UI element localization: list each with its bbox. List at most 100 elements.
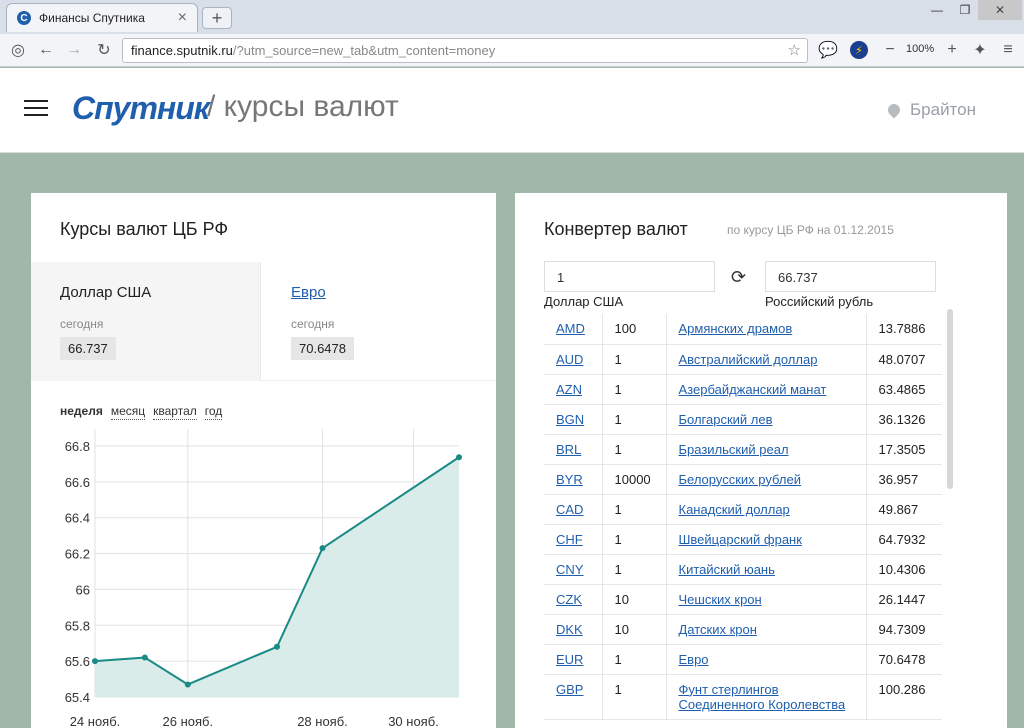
window-minimize-button[interactable]: — [922, 0, 952, 20]
currency-rate: 49.867 [866, 494, 942, 525]
url-path: /?utm_source=new_tab&utm_content=money [232, 43, 496, 58]
table-row[interactable]: CZK 10 Чешских крон 26.1447 [544, 584, 942, 615]
currency-code[interactable]: BRL [544, 434, 603, 465]
table-row[interactable]: CAD 1 Канадский доллар 49.867 [544, 494, 942, 525]
new-tab-button[interactable]: + [202, 7, 232, 29]
forward-arrow-icon[interactable]: → [62, 39, 86, 61]
site-header: Спутник / курсы валют Брайтон [0, 68, 1024, 153]
browser-navbar: ◎ ← → ↻ finance.sputnik.ru /?utm_source=… [0, 34, 1024, 67]
table-row[interactable]: CNY 1 Китайский юань 10.4306 [544, 554, 942, 585]
currency-name[interactable]: Болгарский лев [666, 404, 867, 435]
converter-subtitle: по курсу ЦБ РФ на 01.12.2015 [727, 223, 894, 237]
chart-point[interactable] [141, 654, 148, 661]
table-row[interactable]: GBP 1 Фунт стерлингов Соединенного Королев… [544, 674, 942, 720]
extension-icon[interactable]: ◎ [6, 39, 30, 61]
period-week[interactable]: неделя [60, 404, 103, 420]
currency-code[interactable]: GBP [544, 674, 603, 720]
currency-code[interactable]: CHF [544, 524, 603, 555]
period-selector: неделя месяц квартал год [60, 404, 230, 420]
currency-name[interactable]: Белорусских рублей [666, 464, 867, 495]
tab-usd[interactable]: Доллар США сегодня 66.737 [31, 262, 261, 381]
currency-code[interactable]: DKK [544, 614, 603, 645]
currency-code[interactable]: CZK [544, 584, 603, 615]
table-row[interactable]: BRL 1 Бразильский реал 17.3505 [544, 434, 942, 465]
currency-name[interactable]: Датских крон [666, 614, 867, 645]
currency-nominal: 1 [602, 344, 667, 375]
currency-code[interactable]: AUD [544, 344, 603, 375]
currency-nominal: 1 [602, 524, 667, 555]
tab-eur[interactable]: Евро сегодня 70.6478 [261, 262, 496, 381]
table-row[interactable]: AUD 1 Австралийский доллар 48.0707 [544, 344, 942, 375]
browser-tab[interactable]: С Финансы Спутника × [6, 3, 198, 32]
period-quarter[interactable]: квартал [153, 404, 197, 420]
currency-nominal: 1 [602, 374, 667, 405]
currency-rate: 48.0707 [866, 344, 942, 375]
currency-rate: 94.7309 [866, 614, 942, 645]
rates-heading: Курсы валют ЦБ РФ [60, 219, 229, 239]
currency-code[interactable]: CNY [544, 554, 603, 585]
currency-code[interactable]: AMD [544, 314, 603, 345]
table-row[interactable]: EUR 1 Евро 70.6478 [544, 644, 942, 675]
sputnik-logo[interactable]: Спутник [72, 90, 210, 127]
currency-name[interactable]: Армянских драмов [666, 314, 867, 345]
y-tick-label: 65.6 [65, 654, 90, 669]
currency-code[interactable]: BYR [544, 464, 603, 495]
city-selector[interactable]: Брайтон [885, 100, 976, 120]
puzzle-icon[interactable]: ✦ [968, 39, 992, 61]
y-tick-label: 66.2 [65, 547, 90, 562]
table-row[interactable]: AZN 1 Азербайджанский манат 63.4865 [544, 374, 942, 405]
reload-icon[interactable]: ↻ [92, 39, 116, 61]
bookmark-star-icon[interactable]: ☆ [788, 41, 801, 59]
table-row[interactable]: BGN 1 Болгарский лев 36.1326 [544, 404, 942, 435]
usd-rate-badge: 66.737 [60, 337, 116, 360]
table-row[interactable]: DKK 10 Датских крон 94.7309 [544, 614, 942, 645]
window-maximize-button[interactable]: ❐ [952, 0, 978, 20]
hamburger-menu-icon[interactable] [24, 100, 48, 118]
chart-point[interactable] [184, 681, 191, 688]
window-close-button[interactable]: ✕ [978, 0, 1022, 20]
currency-name[interactable]: Бразильский реал [666, 434, 867, 465]
currency-name[interactable]: Китайский юань [666, 554, 867, 585]
eur-tab-name[interactable]: Евро [291, 284, 496, 301]
chart-point[interactable] [319, 545, 326, 552]
currency-rate: 36.957 [866, 464, 942, 495]
tab-close-icon[interactable]: × [178, 9, 187, 27]
currency-name[interactable]: Чешских крон [666, 584, 867, 615]
currency-code[interactable]: AZN [544, 374, 603, 405]
chart-point[interactable] [456, 454, 462, 461]
zoom-out-icon[interactable]: − [878, 39, 902, 61]
rate-chart-svg: 65.4 65.6 65.8 66 66.2 66.4 66.6 66.8 24 нояб. 26… [65, 429, 462, 728]
table-scrollbar[interactable] [947, 309, 953, 489]
currency-name[interactable]: Евро [666, 644, 867, 675]
currency-rate: 36.1326 [866, 404, 942, 435]
city-name: Брайтон [910, 100, 976, 119]
currency-code[interactable]: CAD [544, 494, 603, 525]
period-month[interactable]: месяц [110, 404, 146, 420]
table-row[interactable]: CHF 1 Швейцарский франк 64.7932 [544, 524, 942, 555]
currency-rate: 10.4306 [866, 554, 942, 585]
chat-icon[interactable]: 💬 [816, 39, 840, 61]
from-amount-input[interactable]: 1 [544, 261, 715, 292]
y-tick-label: 65.4 [65, 690, 90, 705]
address-bar[interactable]: finance.sputnik.ru /?utm_source=new_tab&… [122, 38, 808, 63]
swap-currencies-icon[interactable]: ⟳ [731, 267, 746, 288]
table-row[interactable]: BYR 10000 Белорусских рублей 36.957 [544, 464, 942, 495]
y-tick-label: 65.8 [65, 618, 90, 633]
chart-point[interactable] [274, 643, 280, 650]
currency-name[interactable]: Азербайджанский манат [666, 374, 867, 405]
menu-icon[interactable]: ≡ [996, 39, 1020, 61]
currency-name[interactable]: Фунт стерлингов Соединенного Королевства [666, 674, 867, 720]
currency-nominal: 1 [602, 674, 667, 720]
period-year[interactable]: год [204, 404, 223, 420]
currency-name[interactable]: Швейцарский франк [666, 524, 867, 555]
back-arrow-icon[interactable]: ← [34, 39, 58, 61]
table-row[interactable]: AMD 100 Армянских драмов 13.7886 [544, 314, 942, 345]
currency-code[interactable]: EUR [544, 644, 603, 675]
currency-code[interactable]: BGN [544, 404, 603, 435]
chart-point[interactable] [92, 658, 98, 665]
currency-name[interactable]: Австралийский доллар [666, 344, 867, 375]
to-amount-input[interactable]: 66.737 [765, 261, 936, 292]
lightning-icon[interactable]: ⚡ [850, 41, 868, 59]
currency-name[interactable]: Канадский доллар [666, 494, 867, 525]
zoom-in-icon[interactable]: + [940, 39, 964, 61]
